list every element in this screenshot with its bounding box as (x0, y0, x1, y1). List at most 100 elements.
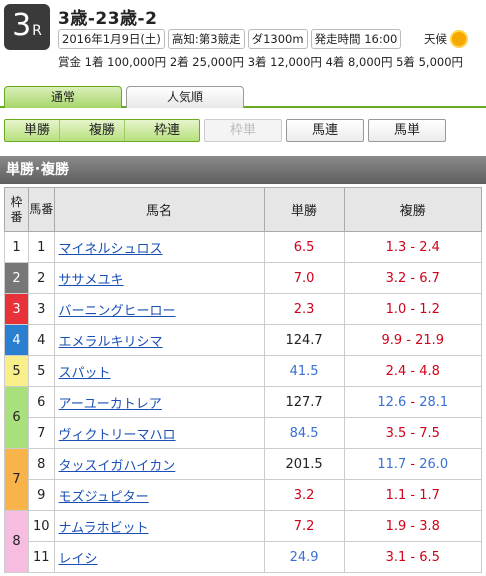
place-odds-separator: - (406, 487, 420, 503)
col-waku: 枠番 (4, 187, 29, 232)
horse-name-cell: モズジュピター (53, 479, 265, 511)
win-odds: 84.5 (263, 417, 345, 449)
tab-popularity[interactable]: 人気順 (126, 86, 244, 108)
place-odds: 1.1 - 1.7 (343, 479, 483, 511)
horse-name-cell: ササメユキ (53, 262, 265, 294)
post-time: 発走時間 16:00 (310, 29, 402, 49)
place-odds: 11.7 - 26.0 (343, 448, 483, 480)
col-name: 馬名 (53, 187, 265, 232)
race-number-suffix: R (32, 23, 42, 39)
horse-name-link[interactable]: モズジュピター (59, 490, 149, 505)
place-odds-low: 1.0 (385, 301, 407, 317)
tab-normal[interactable]: 通常 (4, 86, 122, 108)
win-odds: 24.9 (263, 541, 345, 573)
place-odds-separator: - (406, 456, 420, 472)
horse-name-link[interactable]: レイシ (59, 552, 98, 567)
horse-name-link[interactable]: エメラルキリシマ (59, 335, 163, 350)
horse-number: 5 (28, 355, 55, 387)
place-odds-low: 3.2 (385, 270, 407, 286)
bet-tab-quinella[interactable]: 馬連 (286, 119, 364, 142)
win-odds: 41.5 (263, 355, 345, 387)
place-odds-low: 3.5 (385, 425, 407, 441)
bet-type-tabs: 単勝 複勝 枠連 枠単 馬連 馬単 (4, 119, 446, 142)
horse-name-link[interactable]: スパット (59, 366, 111, 381)
view-tabs: 通常 人気順 (0, 86, 486, 108)
place-odds-low: 1.3 (385, 239, 407, 255)
place-odds-separator: - (402, 332, 416, 348)
waku-number: 8 (4, 510, 29, 573)
table-row: 8 10 ナムラホビット 7.2 1.9 - 3.8 (4, 510, 483, 573)
section-title: 単勝･複勝 (0, 156, 486, 184)
waku-number: 4 (4, 324, 29, 356)
place-odds-high: 7.5 (419, 425, 440, 441)
place-odds-high: 21.9 (415, 332, 445, 348)
waku-number: 5 (4, 355, 29, 387)
place-odds-low: 3.1 (385, 549, 407, 565)
horse-name-cell: アーユーカトレア (53, 386, 265, 418)
place-odds-low: 1.9 (385, 518, 407, 534)
win-odds: 6.5 (263, 231, 345, 263)
horse-name-link[interactable]: マイネルシュロス (59, 242, 163, 257)
col-place: 複勝 (343, 187, 483, 232)
place-odds-separator: - (406, 394, 420, 410)
win-odds: 7.2 (263, 510, 345, 542)
horse-name-cell: バーニングヒーロー (53, 293, 265, 325)
odds-table-header: 枠番 馬番 馬名 単勝 複勝 (4, 187, 483, 232)
col-win: 単勝 (263, 187, 345, 232)
table-row: 7 ヴィクトリーマハロ 84.5 3.5 - 7.5 (5, 417, 483, 449)
place-odds-low: 9.9 (381, 332, 403, 348)
horse-name-link[interactable]: ナムラホビット (59, 521, 149, 536)
table-row: 1 1 マイネルシュロス 6.5 1.3 - 2.4 (4, 231, 483, 263)
place-odds-separator: - (406, 270, 420, 286)
place-odds: 3.5 - 7.5 (343, 417, 483, 449)
odds-table: 枠番 馬番 馬名 単勝 複勝 1 1 マイネルシュロス 6.5 1.3 - 2.4 2 2 サ… (4, 187, 483, 573)
horse-name-cell: レイシ (53, 541, 265, 573)
bet-tab-win[interactable]: 単勝 (15, 120, 60, 141)
win-odds: 201.5 (263, 448, 345, 480)
place-odds-separator: - (406, 518, 420, 534)
bet-tab-group-active: 単勝 複勝 枠連 (4, 119, 200, 142)
place-odds-high: 28.1 (419, 394, 449, 410)
sun-icon (452, 32, 466, 46)
place-odds: 1.0 - 1.2 (343, 293, 483, 325)
waku-number: 7 (4, 448, 29, 511)
waku-number: 3 (4, 293, 29, 325)
place-odds: 1.3 - 2.4 (343, 231, 483, 263)
win-odds: 7.0 (263, 262, 345, 294)
horse-name-link[interactable]: ヴィクトリーマハロ (59, 428, 176, 443)
place-odds: 3.2 - 6.7 (343, 262, 483, 294)
bet-tab-bracket-quinella[interactable]: 枠連 (145, 120, 189, 141)
table-row: 11 レイシ 24.9 3.1 - 6.5 (5, 541, 483, 573)
race-number: 3 (12, 8, 32, 43)
waku-number: 2 (4, 262, 29, 294)
horse-name-link[interactable]: アーユーカトレア (59, 397, 162, 412)
horse-number: 3 (28, 293, 55, 325)
place-odds-high: 2.4 (419, 239, 440, 255)
race-number-badge: 3 R (4, 4, 50, 50)
horse-name-cell: ヴィクトリーマハロ (53, 417, 265, 449)
horse-number: 11 (28, 541, 55, 573)
bet-tab-exacta[interactable]: 馬単 (368, 119, 446, 142)
horse-number: 7 (28, 417, 55, 449)
horse-name-link[interactable]: バーニングヒーロー (59, 304, 176, 319)
race-course: ダ1300m (247, 29, 308, 49)
win-odds: 3.2 (263, 479, 345, 511)
place-odds-high: 1.2 (419, 301, 440, 317)
horse-name-cell: マイネルシュロス (53, 231, 265, 263)
bet-tab-place[interactable]: 複勝 (80, 120, 125, 141)
prize-info: 賞金 1着 100,000円 2着 25,000円 3着 12,000円 4着 … (58, 55, 464, 69)
table-row: 5 5 スパット 41.5 2.4 - 4.8 (4, 355, 483, 387)
horse-number: 2 (28, 262, 55, 294)
place-odds-low: 11.7 (377, 456, 407, 472)
win-odds: 2.3 (263, 293, 345, 325)
table-row: 2 2 ササメユキ 7.0 3.2 - 6.7 (4, 262, 483, 294)
place-odds-high: 26.0 (419, 456, 449, 472)
horse-number: 9 (28, 479, 55, 511)
place-odds-high: 3.8 (419, 518, 440, 534)
horse-name-link[interactable]: タッスイガハイカン (59, 459, 176, 474)
race-name: 3歳-23歳-2 (58, 9, 158, 29)
horse-number: 10 (28, 510, 55, 542)
col-uma: 馬番 (28, 187, 55, 232)
place-odds-high: 6.5 (419, 549, 440, 565)
horse-name-link[interactable]: ササメユキ (59, 273, 124, 288)
